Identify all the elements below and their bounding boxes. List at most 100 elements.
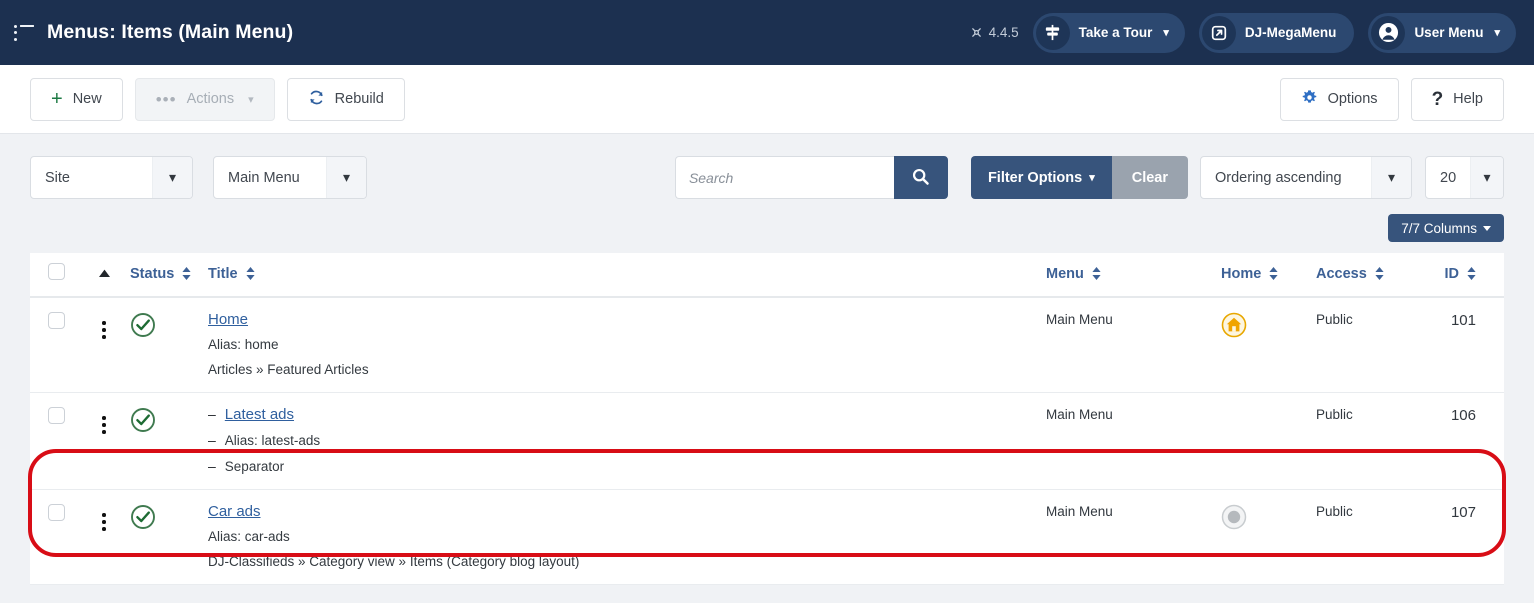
row-checkbox[interactable] — [48, 407, 65, 424]
th-home[interactable]: Home — [1221, 253, 1316, 298]
help-button[interactable]: ? Help — [1410, 77, 1504, 121]
select-all-checkbox[interactable] — [48, 263, 65, 280]
th-menu[interactable]: Menu — [1046, 253, 1221, 298]
th-title-label: Title — [208, 265, 238, 282]
take-a-tour-button[interactable]: Take a Tour ▾ — [1032, 12, 1185, 53]
version-number: 4.4.5 — [988, 25, 1019, 40]
columns-toggle-button[interactable]: 7/7 Columns — [1388, 214, 1504, 242]
vertical-dots-icon[interactable] — [102, 318, 106, 339]
actions-label: Actions — [186, 91, 235, 107]
item-alias: Alias: home — [208, 337, 279, 352]
columns-row: 7/7 Columns — [30, 214, 1504, 242]
grey-circle-icon[interactable] — [1221, 504, 1316, 533]
sort-icon — [182, 267, 191, 281]
row-menu-cell: Main Menu — [1046, 392, 1221, 490]
limit-select[interactable]: 20 ▾ — [1425, 156, 1504, 199]
th-select-all — [30, 253, 78, 298]
vertical-dots-icon[interactable] — [102, 413, 106, 434]
new-button[interactable]: + New — [30, 77, 123, 121]
user-menu-button[interactable]: User Menu ▾ — [1368, 12, 1516, 53]
row-access-cell: Public — [1316, 392, 1424, 490]
chevron-down-icon: ▾ — [1470, 157, 1503, 198]
th-title[interactable]: Title — [208, 253, 1046, 298]
chevron-down-icon: ▾ — [326, 157, 366, 198]
clear-filters-button[interactable]: Clear — [1111, 156, 1188, 199]
level-dash: – — [208, 457, 216, 474]
sort-ascending-arrow — [98, 269, 110, 277]
chevron-down-icon: ▾ — [1494, 27, 1500, 39]
search-button[interactable] — [893, 156, 948, 199]
th-access[interactable]: Access — [1316, 253, 1424, 298]
joomla-version: 4.4.5 — [970, 25, 1019, 40]
filter-clear-group: Filter Options ▾ Clear — [970, 156, 1188, 199]
gear-icon — [1301, 89, 1318, 110]
sort-icon — [245, 267, 255, 281]
columns-label: 7/7 Columns — [1401, 220, 1477, 236]
new-label: New — [72, 91, 102, 107]
row-id-cell: 106 — [1424, 392, 1504, 490]
row-title-cell: Home Alias: home Articles » Featured Art… — [208, 297, 1046, 393]
level-dash: – — [208, 406, 216, 422]
th-ordering[interactable] — [78, 253, 130, 298]
row-select-cell — [30, 297, 78, 393]
ellipsis-icon: ••• — [155, 89, 177, 109]
row-status-cell — [130, 297, 208, 393]
action-toolbar: + New ••• Actions ▾ Rebuild Options ? He… — [0, 65, 1534, 134]
options-button[interactable]: Options — [1279, 77, 1399, 121]
th-status[interactable]: Status — [130, 253, 208, 298]
rebuild-label: Rebuild — [334, 91, 384, 107]
chevron-down-icon: ▾ — [248, 93, 254, 106]
plus-icon: + — [51, 88, 63, 110]
item-title-link[interactable]: Latest ads — [225, 407, 294, 422]
home-circle-icon[interactable] — [1221, 312, 1316, 341]
dj-megamenu-button[interactable]: DJ-MegaMenu — [1198, 12, 1355, 53]
header-actions: 4.4.5 Take a Tour ▾ DJ-MegaMenu User Men… — [970, 12, 1516, 53]
filter-options-button[interactable]: Filter Options ▾ — [970, 156, 1112, 199]
chevron-down-icon: ▾ — [1163, 27, 1169, 39]
level-dash: – — [208, 432, 216, 448]
th-id[interactable]: ID — [1424, 253, 1504, 298]
take-a-tour-label: Take a Tour — [1078, 25, 1153, 40]
actions-button[interactable]: ••• Actions ▾ — [134, 77, 275, 121]
item-title-link[interactable]: Car ads — [208, 504, 261, 519]
menu-select-value: Main Menu — [228, 169, 300, 186]
vertical-dots-icon[interactable] — [102, 510, 106, 531]
th-id-label: ID — [1444, 265, 1459, 282]
table-header: Status Title Menu Home Access ID — [30, 253, 1504, 298]
dj-megamenu-label: DJ-MegaMenu — [1244, 25, 1337, 40]
site-select[interactable]: Site ▾ — [30, 156, 193, 199]
table-body: Home Alias: home Articles » Featured Art… — [30, 297, 1504, 585]
row-home-cell — [1221, 297, 1316, 393]
item-alias: Alias: car-ads — [208, 529, 290, 544]
menu-select[interactable]: Main Menu ▾ — [213, 156, 367, 199]
chevron-down-icon: ▾ — [1371, 157, 1411, 198]
row-home-cell — [1221, 489, 1316, 585]
row-select-cell — [30, 392, 78, 490]
table-row: Car ads Alias: car-ads DJ-Classifieds » … — [30, 489, 1504, 585]
item-path: Separator — [224, 458, 285, 474]
row-id-cell: 101 — [1424, 297, 1504, 393]
row-checkbox[interactable] — [48, 504, 65, 521]
item-path: Articles » Featured Articles — [208, 361, 369, 377]
rebuild-button[interactable]: Rebuild — [286, 77, 405, 121]
external-link-icon — [1201, 15, 1236, 50]
toolbar-right-group: Options ? Help — [1279, 77, 1504, 121]
search-input[interactable] — [674, 156, 894, 199]
check-circle-icon[interactable] — [130, 312, 208, 341]
signpost-icon — [1035, 15, 1070, 50]
list-menu-icon[interactable] — [14, 24, 34, 41]
sort-icon — [1092, 267, 1101, 281]
ordering-select[interactable]: Ordering ascending ▾ — [1200, 156, 1412, 199]
check-circle-icon[interactable] — [130, 407, 208, 436]
brand: Menus: Items (Main Menu) — [14, 21, 293, 44]
row-menu-cell: Main Menu — [1046, 489, 1221, 585]
sort-icon — [1375, 267, 1384, 281]
row-actions-cell — [78, 392, 130, 490]
check-circle-icon[interactable] — [130, 504, 208, 533]
row-checkbox[interactable] — [48, 312, 65, 329]
row-home-cell — [1221, 392, 1316, 490]
item-title-link[interactable]: Home — [208, 312, 248, 327]
row-menu-cell: Main Menu — [1046, 297, 1221, 393]
row-title-cell: Car ads Alias: car-ads DJ-Classifieds » … — [208, 489, 1046, 585]
row-title-cell: – Latest ads – Alias: latest-ads – Separ… — [208, 392, 1046, 490]
